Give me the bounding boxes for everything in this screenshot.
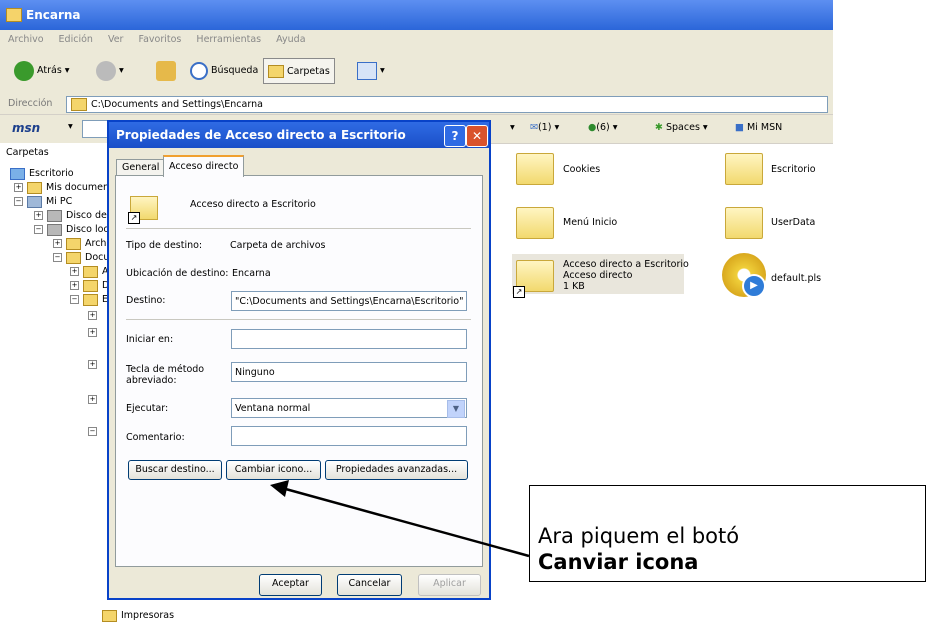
tab-acceso-directo[interactable]: Acceso directo — [163, 155, 245, 177]
callout-line-1: Ara piquem el botó — [538, 524, 740, 548]
callout-line-2: Canviar icona — [538, 550, 699, 574]
instruction-callout: Ara piquem el botó Canviar icona — [529, 485, 926, 582]
